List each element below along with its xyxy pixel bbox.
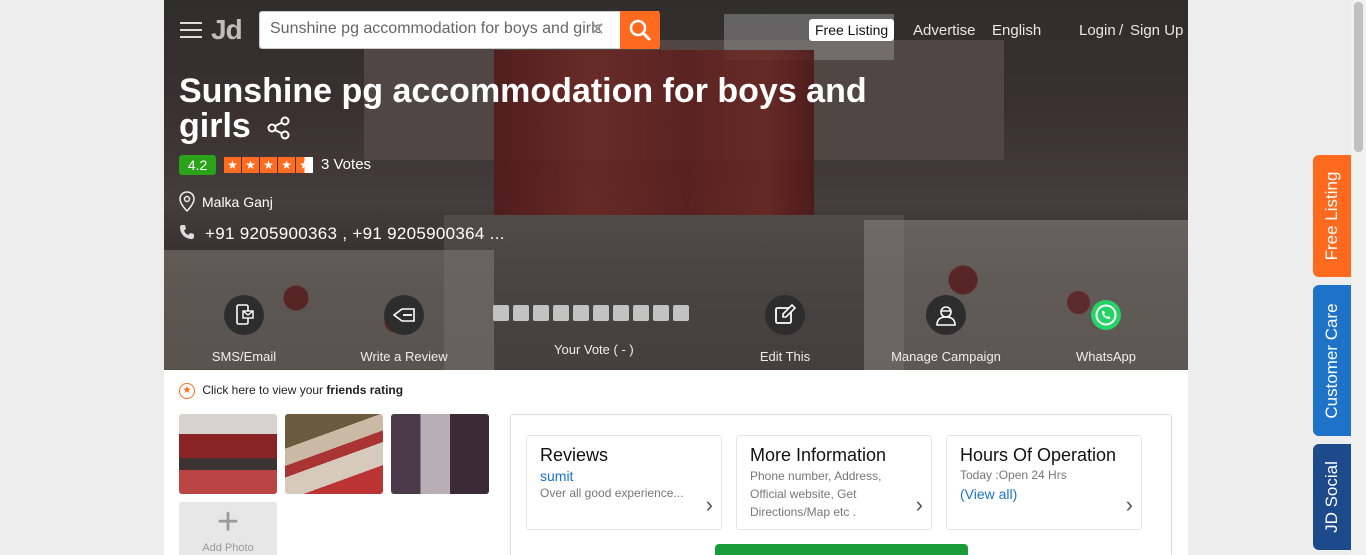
sms-email-icon (224, 295, 264, 335)
manage-campaign-icon (926, 295, 966, 335)
vote-box[interactable] (553, 305, 569, 321)
vote-scale[interactable] (493, 305, 689, 321)
star-icon: ★ (278, 157, 295, 173)
scrollbar[interactable] (1351, 0, 1366, 555)
vote-box[interactable] (493, 305, 509, 321)
review-snippet: Over all good experience... (540, 486, 684, 500)
reviews-title: Reviews (540, 445, 609, 465)
photo-thumbnail[interactable] (285, 414, 383, 494)
vote-box[interactable] (673, 305, 689, 321)
star-icon: ★ (260, 157, 277, 173)
whatsapp-label: WhatsApp (1076, 349, 1136, 364)
add-photo-label: Add Photo (202, 542, 254, 554)
search-box[interactable]: ✕ (259, 11, 659, 49)
star-icon: ★ (224, 157, 241, 173)
star-icon: ★ (242, 157, 259, 173)
search-icon (629, 19, 651, 41)
hours-view-all[interactable]: (View all) (960, 486, 1017, 502)
clear-icon[interactable]: ✕ (590, 19, 605, 40)
login-separator: / (1119, 22, 1124, 39)
sms-email-action[interactable]: SMS/Email (164, 295, 324, 364)
more-info-card[interactable]: More Information Phone number, Address, … (736, 435, 932, 530)
vote-box[interactable] (633, 305, 649, 321)
friends-bold: friends rating (326, 383, 404, 398)
edit-this-action[interactable]: Edit This (705, 295, 865, 364)
plus-icon: + (216, 501, 240, 543)
scrollbar-thumb[interactable] (1354, 2, 1363, 152)
address[interactable]: Malka Ganj (202, 194, 273, 210)
hours-card[interactable]: Hours Of Operation Today :Open 24 Hrs (V… (946, 435, 1142, 530)
primary-action-button[interactable] (715, 544, 968, 555)
star-circle-icon: ★ (179, 383, 195, 399)
action-bar: SMS/Email Write a Review Your Vote ( - )… (164, 295, 1188, 365)
share-icon[interactable] (266, 115, 292, 141)
votes-count[interactable]: 3 Votes (321, 156, 371, 173)
photo-thumbnail[interactable] (179, 414, 277, 494)
side-tab-jd-social[interactable]: JD Social (1313, 444, 1351, 550)
vote-box[interactable] (593, 305, 609, 321)
friends-rating-link[interactable]: ★ Click here to view your friends rating (179, 383, 403, 399)
chevron-right-icon[interactable]: › (1126, 492, 1133, 518)
vote-box[interactable] (533, 305, 549, 321)
sms-email-label: SMS/Email (211, 349, 277, 364)
edit-icon (765, 295, 805, 335)
your-vote-label: Your Vote ( - ) (554, 342, 634, 357)
hero-banner: Jd ✕ Free Listing Advertise English Logi… (164, 0, 1188, 370)
friends-prefix: Click here to view your (202, 383, 324, 398)
signup-link[interactable]: Sign Up (1130, 22, 1183, 39)
star-rating: ★ ★ ★ ★ ★ (224, 157, 313, 173)
free-listing-button[interactable]: Free Listing (809, 19, 895, 41)
chevron-right-icon[interactable]: › (706, 492, 713, 518)
photo-thumbnail[interactable] (391, 414, 489, 494)
phone-numbers[interactable]: +91 9205900363 , +91 9205900364 ... (205, 224, 505, 244)
more-info-desc: Phone number, Address, Official website,… (750, 469, 882, 519)
write-review-action[interactable]: Write a Review (324, 295, 484, 364)
side-tab-label: Customer Care (1322, 302, 1341, 419)
jd-logo[interactable]: Jd (211, 14, 243, 46)
hamburger-menu-icon[interactable] (180, 22, 202, 38)
side-tab-label: JD Social (1322, 461, 1341, 533)
reviews-card[interactable]: Reviews sumit Over all good experience..… (526, 435, 722, 530)
half-star-icon: ★ (296, 157, 313, 173)
page: Jd ✕ Free Listing Advertise English Logi… (164, 0, 1188, 555)
advertise-link[interactable]: Advertise (913, 22, 976, 39)
hours-title: Hours Of Operation (960, 445, 1117, 465)
reviewer-name[interactable]: sumit (540, 468, 573, 484)
vote-box[interactable] (513, 305, 529, 321)
manage-campaign-label: Manage Campaign (891, 349, 1001, 364)
edit-this-label: Edit This (759, 349, 811, 364)
search-input[interactable] (270, 20, 600, 38)
vote-box[interactable] (613, 305, 629, 321)
side-tab-free-listing[interactable]: Free Listing (1313, 155, 1351, 277)
phone-icon (180, 225, 194, 239)
vote-box[interactable] (573, 305, 589, 321)
whatsapp-action[interactable]: WhatsApp (1026, 295, 1186, 364)
side-tab-customer-care[interactable]: Customer Care (1313, 285, 1351, 436)
login-link[interactable]: Login (1079, 22, 1116, 39)
hours-today: Today :Open 24 Hrs (960, 468, 1067, 482)
language-link[interactable]: English (992, 22, 1041, 39)
location-pin-icon (179, 191, 195, 213)
search-button[interactable] (620, 11, 660, 49)
vote-box[interactable] (653, 305, 669, 321)
chevron-right-icon[interactable]: › (916, 492, 923, 518)
manage-campaign-action[interactable]: Manage Campaign (866, 295, 1026, 364)
review-pen-icon (384, 295, 424, 335)
add-photo-button[interactable]: + Add Photo (179, 502, 277, 555)
side-tab-label: Free Listing (1322, 171, 1341, 261)
business-title: Sunshine pg accommodation for boys and g… (179, 74, 879, 144)
whatsapp-icon (1086, 295, 1126, 335)
more-info-title: More Information (750, 445, 887, 465)
write-review-label: Write a Review (360, 349, 448, 364)
info-panel: Reviews sumit Over all good experience..… (510, 414, 1172, 555)
rating-badge: 4.2 (179, 155, 216, 175)
